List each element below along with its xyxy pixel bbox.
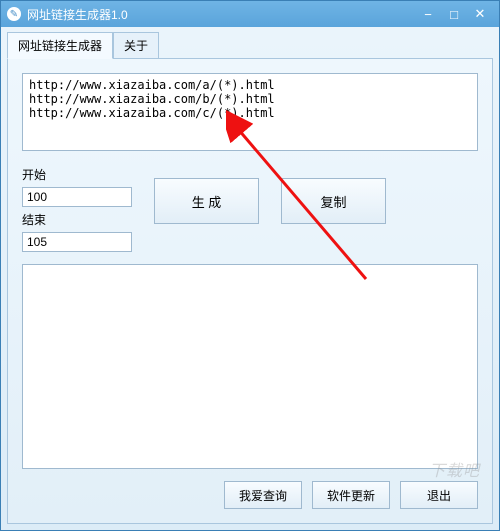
- window-controls: − □ ✕: [415, 5, 493, 23]
- generate-button[interactable]: 生 成: [154, 178, 259, 224]
- controls-row: 开始 结束 生 成 复制: [22, 166, 478, 252]
- window-title: 网址链接生成器1.0: [27, 6, 415, 23]
- copy-button[interactable]: 复制: [281, 178, 386, 224]
- url-input-container: [22, 73, 478, 154]
- bottom-row: 我爱查询 软件更新 退出: [22, 481, 478, 509]
- minimize-button[interactable]: −: [415, 5, 441, 23]
- update-button[interactable]: 软件更新: [312, 481, 390, 509]
- tab-bar: 网址链接生成器 关于: [1, 27, 499, 58]
- start-input[interactable]: [22, 187, 132, 207]
- start-label: 开始: [22, 166, 132, 183]
- url-input[interactable]: [22, 73, 478, 151]
- titlebar: ✎ 网址链接生成器1.0 − □ ✕: [1, 1, 499, 27]
- output-textarea[interactable]: [22, 264, 478, 469]
- end-input[interactable]: [22, 232, 132, 252]
- range-block: 开始 结束: [22, 166, 132, 252]
- client-area: 网址链接生成器 关于 开始 结束 生 成 复制 我爱查询 软件更新: [1, 27, 499, 530]
- tab-panel-main: 开始 结束 生 成 复制 我爱查询 软件更新 退出: [7, 58, 493, 524]
- end-label: 结束: [22, 211, 132, 228]
- close-button[interactable]: ✕: [467, 5, 493, 23]
- tab-about[interactable]: 关于: [113, 32, 159, 59]
- maximize-button[interactable]: □: [441, 5, 467, 23]
- tab-main[interactable]: 网址链接生成器: [7, 32, 113, 59]
- exit-button[interactable]: 退出: [400, 481, 478, 509]
- app-icon: ✎: [7, 7, 21, 21]
- query-button[interactable]: 我爱查询: [224, 481, 302, 509]
- app-window: ✎ 网址链接生成器1.0 − □ ✕ 网址链接生成器 关于 开始 结束: [0, 0, 500, 531]
